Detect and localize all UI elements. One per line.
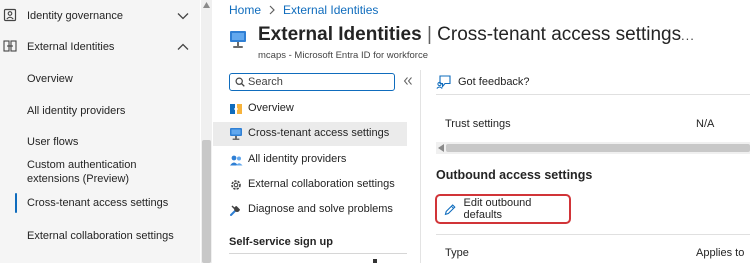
scroll-left-arrow-icon[interactable]	[438, 144, 445, 152]
nav-item-label: External collaboration settings	[27, 230, 174, 242]
identity-providers-icon	[230, 155, 243, 166]
edit-outbound-defaults-button[interactable]: Edit outbound defaults	[435, 194, 571, 224]
nav-item-label-line2: extensions (Preview)	[27, 173, 130, 185]
search-icon	[235, 77, 245, 87]
collapse-menu-icon[interactable]	[403, 76, 413, 86]
portal-left-nav: Identity governance External Identities …	[0, 0, 200, 263]
nav-item-label: All identity providers	[27, 105, 126, 117]
trust-settings-label: Trust settings	[445, 118, 511, 130]
nav-item-label: Identity governance	[27, 10, 124, 22]
nav-item-label: Cross-tenant access settings	[27, 197, 169, 209]
horizontal-scrollbar-thumb[interactable]	[446, 144, 750, 152]
nav-item-label: Overview	[27, 73, 73, 85]
menu-section-title: Self-service sign up	[229, 236, 333, 248]
nav-item-label-line1: Custom authentication	[27, 159, 137, 171]
menu-item-diagnose-and-solve-problems[interactable]: Diagnose and solve problems	[213, 198, 407, 222]
external-identities-icon	[3, 40, 17, 52]
cross-tenant-icon	[230, 31, 246, 48]
nav-item-label: External Identities	[27, 41, 115, 53]
page-subtitle: mcaps - Microsoft Entra ID for workforce	[258, 50, 428, 61]
page-title: External Identities | Cross-tenant acces…	[258, 24, 681, 46]
chevron-up-icon[interactable]	[176, 40, 190, 54]
menu-divider	[229, 253, 407, 254]
nav-item-identity-governance[interactable]: Identity governance	[0, 8, 200, 24]
identity-governance-icon	[3, 8, 17, 22]
trust-settings-value: N/A	[696, 118, 715, 130]
column-header-applies-to[interactable]: Applies to	[696, 247, 744, 259]
menu-item-overview[interactable]: Overview	[213, 97, 407, 121]
nav-item-all-identity-providers[interactable]: All identity providers	[0, 103, 200, 119]
page-title-separator: |	[426, 24, 432, 45]
nav-item-cross-tenant-access-settings[interactable]: Cross-tenant access settings	[0, 196, 200, 212]
feedback-label: Got feedback?	[458, 76, 530, 88]
menu-item-label: All identity providers	[248, 153, 347, 165]
scroll-up-arrow-icon[interactable]	[203, 2, 210, 8]
pane-divider	[420, 70, 421, 263]
menu-item-label: External collaboration settings	[248, 178, 395, 190]
menu-item-cross-tenant-access-settings[interactable]: Cross-tenant access settings	[213, 122, 407, 146]
breadcrumb-home-link[interactable]: Home	[229, 3, 261, 17]
command-bar-divider	[436, 94, 750, 95]
nav-item-custom-authentication-extensions[interactable]: Custom authentication extensions (Previe…	[0, 157, 200, 187]
nav-item-user-flows[interactable]: User flows	[0, 134, 200, 150]
page-title-sub: Cross-tenant access settings	[437, 24, 682, 45]
menu-item-external-collaboration-settings[interactable]: External collaboration settings	[213, 173, 407, 197]
nav-item-overview[interactable]: Overview	[0, 71, 200, 87]
menu-item-all-identity-providers[interactable]: All identity providers	[213, 148, 407, 172]
overview-icon	[230, 104, 242, 114]
menu-item-label: Diagnose and solve problems	[248, 203, 393, 215]
breadcrumb: Home External Identities	[229, 3, 378, 17]
nav-item-external-identities[interactable]: External Identities	[0, 39, 200, 55]
mouse-cursor	[373, 259, 377, 263]
feedback-button[interactable]: Got feedback?	[436, 70, 530, 94]
nav-item-external-collaboration-settings[interactable]: External collaboration settings	[0, 228, 200, 244]
breadcrumb-current-link[interactable]: External Identities	[283, 3, 378, 17]
chevron-right-icon	[269, 5, 275, 15]
menu-item-label: Overview	[248, 102, 294, 114]
page-title-main: External Identities	[258, 24, 422, 45]
chevron-down-icon[interactable]	[176, 9, 190, 23]
column-header-type[interactable]: Type	[445, 247, 469, 259]
nav-scrollbar-thumb[interactable]	[202, 140, 211, 263]
more-options-icon[interactable]: ...	[681, 28, 695, 43]
pencil-icon	[444, 203, 456, 215]
nav-item-label: User flows	[27, 136, 79, 148]
menu-item-label: Cross-tenant access settings	[248, 127, 390, 139]
cross-tenant-icon	[230, 128, 242, 140]
feedback-icon	[436, 75, 451, 89]
table-divider	[436, 234, 750, 235]
gear-icon	[231, 180, 241, 190]
edit-outbound-label: Edit outbound defaults	[463, 197, 532, 221]
search-box[interactable]	[229, 73, 395, 91]
selected-indicator	[15, 193, 17, 213]
wrench-icon	[230, 205, 240, 216]
search-input[interactable]	[248, 75, 388, 89]
outbound-access-settings-heading: Outbound access settings	[436, 168, 593, 182]
